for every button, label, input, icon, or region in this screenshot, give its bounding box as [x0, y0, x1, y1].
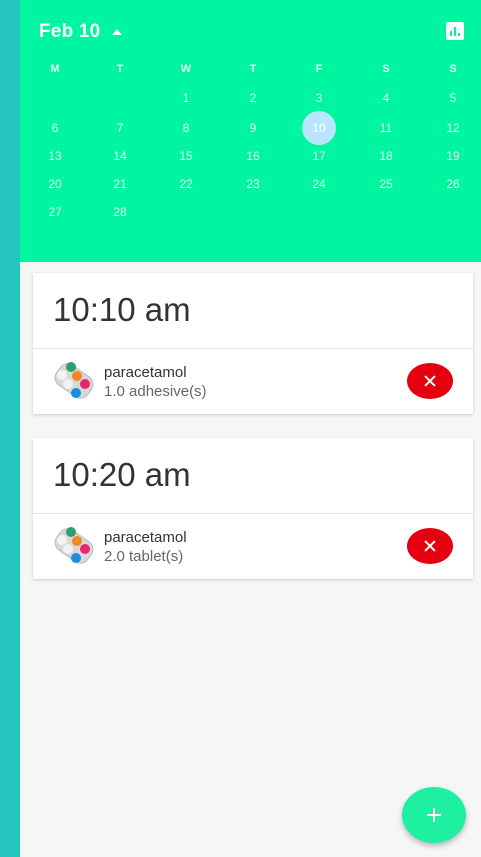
calendar-day[interactable]: 23	[233, 173, 273, 195]
week-row: 6 7 8 9 10 11 12	[20, 111, 481, 145]
calendar-day[interactable]: 28	[100, 201, 140, 223]
weekday-label: S	[382, 63, 390, 75]
app-screen: Feb 10 M T W T F S S 1 2 3 4 5 6 7 8 9 10 11 12 13 14…	[20, 0, 481, 857]
weekday-label: F	[315, 63, 323, 75]
calendar-day[interactable]: 13	[35, 145, 75, 167]
medicine-dose: 1.0 adhesive(s)	[104, 383, 207, 400]
calendar-day[interactable]: 1	[166, 87, 206, 109]
calendar-day[interactable]: 8	[166, 117, 206, 139]
delete-dose-button[interactable]	[407, 363, 453, 399]
week-row: 1 2 3 4 5	[20, 87, 481, 109]
weekday-label: W	[180, 63, 192, 75]
calendar-day[interactable]: 27	[35, 201, 75, 223]
calendar-day[interactable]: 15	[166, 145, 206, 167]
weekday-row: M T W T F S S	[20, 58, 481, 80]
calendar-day[interactable]: 2	[233, 87, 273, 109]
week-row: 20 21 22 23 24 25 26	[20, 173, 481, 195]
caret-up-icon	[112, 29, 123, 35]
calendar-day[interactable]: 20	[35, 173, 75, 195]
dose-card: 10:10 am paracetamol 1.0 adhesive(s)	[33, 273, 473, 414]
calendar-day[interactable]: 21	[100, 173, 140, 195]
medicine-item[interactable]: paracetamol 1.0 adhesive(s)	[33, 349, 473, 414]
calendar-day[interactable]: 7	[100, 117, 140, 139]
medicine-dose: 2.0 tablet(s)	[104, 548, 184, 565]
calendar-day[interactable]: 4	[366, 87, 406, 109]
calendar-day[interactable]: 3	[299, 87, 339, 109]
calendar-day[interactable]: 5	[433, 87, 473, 109]
calendar-day-selected[interactable]: 10	[299, 111, 339, 145]
month-label: Feb 10	[39, 21, 101, 42]
calendar-day[interactable]: 26	[433, 173, 473, 195]
calendar-day[interactable]: 16	[233, 145, 273, 167]
dose-card: 10:20 am paracetamol 2.0 tablet(s)	[33, 438, 473, 579]
add-dose-button[interactable]	[402, 787, 466, 843]
calendar-day[interactable]: 24	[299, 173, 339, 195]
calendar-header: Feb 10 M T W T F S S 1 2 3 4 5 6 7 8 9 10 11 12 13 14…	[20, 0, 481, 262]
calendar-day[interactable]: 17	[299, 145, 339, 167]
calendar-day[interactable]: 6	[35, 117, 75, 139]
month-selector[interactable]: Feb 10	[39, 19, 123, 45]
calendar-day[interactable]: 19	[433, 145, 473, 167]
week-row: 13 14 15 16 17 18 19	[20, 145, 481, 167]
calendar-day[interactable]: 9	[233, 117, 273, 139]
pill-pack-icon	[54, 362, 94, 399]
weekday-label: T	[249, 63, 257, 75]
calendar-day[interactable]: 22	[166, 173, 206, 195]
week-row: 27 28	[20, 201, 481, 223]
calendar-day[interactable]: 25	[366, 173, 406, 195]
calendar-day[interactable]: 11	[366, 117, 406, 139]
weekday-label: T	[116, 63, 124, 75]
bar-chart-icon[interactable]	[446, 22, 464, 40]
dose-time: 10:20 am	[53, 456, 191, 493]
medicine-name: paracetamol	[104, 364, 187, 381]
weekday-label: M	[50, 63, 60, 75]
weekday-label: S	[449, 63, 457, 75]
pill-pack-icon	[54, 527, 94, 564]
calendar-day[interactable]: 12	[433, 117, 473, 139]
medicine-item[interactable]: paracetamol 2.0 tablet(s)	[33, 514, 473, 579]
delete-dose-button[interactable]	[407, 528, 453, 564]
calendar-day[interactable]: 18	[366, 145, 406, 167]
medicine-name: paracetamol	[104, 529, 187, 546]
calendar-day[interactable]: 14	[100, 145, 140, 167]
dose-time: 10:10 am	[53, 291, 191, 328]
